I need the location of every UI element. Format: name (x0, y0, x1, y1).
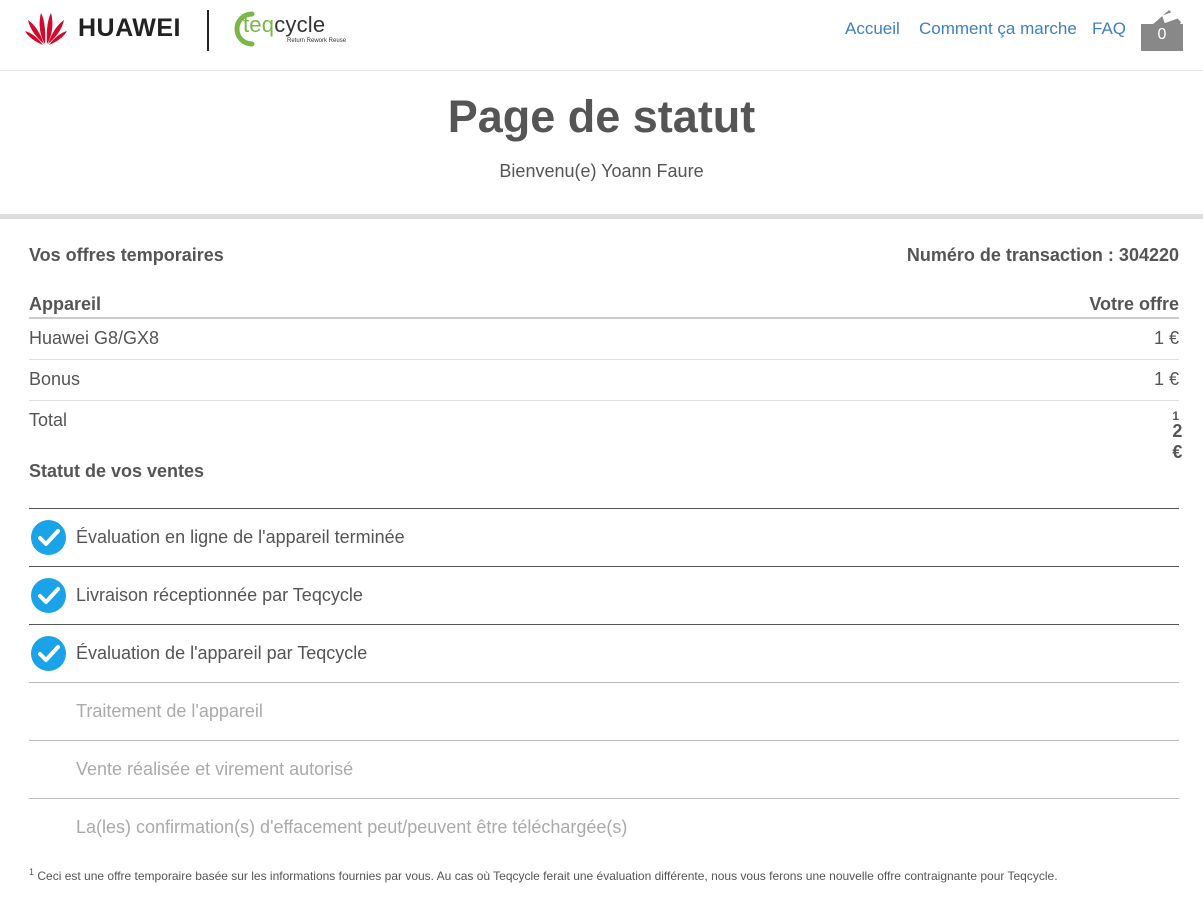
page-title: Page de statut (447, 91, 756, 142)
status-step-label: Livraison réceptionnée par Teqcycle (76, 585, 363, 605)
teqcycle-brand-suffix: cycle (274, 12, 326, 37)
status-step-device-processing: Traitement de l'appareil (29, 683, 1179, 741)
huawei-brand-text[interactable]: HUAWEI (78, 14, 181, 43)
status-step-erasure-confirmation: La(les) confirmation(s) d'effacement peu… (29, 799, 1179, 857)
huawei-flower-logo-icon[interactable] (24, 10, 68, 46)
footnote: 1 Ceci est une offre temporaire basée su… (29, 867, 1058, 883)
table-row: Huawei G8/GX8 1 € (29, 319, 1179, 360)
site-header: HUAWEI teqcycle Return Rework Reuse Accu… (0, 0, 1203, 71)
table-row: Bonus 1 € (29, 360, 1179, 401)
total-label: Total (29, 410, 68, 430)
offer-table-header: Appareil Votre offre (29, 288, 1179, 319)
status-step-delivery-received: Livraison réceptionnée par Teqcycle (29, 567, 1179, 625)
status-step-online-evaluation: Évaluation en ligne de l'appareil termin… (29, 509, 1179, 567)
check-circle-icon (31, 578, 66, 613)
status-step-label: La(les) confirmation(s) d'effacement peu… (76, 817, 628, 837)
total-value: 2 €1 (1172, 409, 1182, 462)
cart-count: 0 (1157, 26, 1167, 43)
row-value: 1 € (1153, 328, 1179, 348)
cart-button[interactable]: 0 (1141, 8, 1184, 51)
status-step-label: Vente réalisée et virement autorisé (76, 759, 354, 779)
transaction-number: Numéro de transaction : 304220 (906, 245, 1179, 265)
nav-link-accueil[interactable]: Accueil (845, 19, 900, 39)
status-step-device-evaluation: Évaluation de l'appareil par Teqcycle (29, 625, 1179, 683)
nav-link-faq[interactable]: FAQ (1092, 19, 1126, 39)
row-label: Huawei G8/GX8 (29, 328, 160, 348)
title-band: Page de statut Bienvenu(e) Yoann Faure (0, 71, 1203, 219)
status-steps-list: Évaluation en ligne de l'appareil termin… (29, 508, 1179, 857)
nav-link-comment-ca-marche[interactable]: Comment ça marche (919, 19, 1077, 39)
row-value: 1 € (1153, 369, 1179, 389)
status-step-label: Traitement de l'appareil (76, 701, 263, 721)
offers-heading: Vos offres temporaires (29, 245, 224, 265)
teqcycle-tagline: Return Rework Reuse (287, 38, 347, 44)
status-heading: Statut de vos ventes (29, 461, 205, 481)
check-circle-icon (31, 520, 66, 555)
check-circle-icon (31, 636, 66, 671)
status-step-label: Évaluation en ligne de l'appareil termin… (76, 527, 405, 547)
status-step-sale-completed: Vente réalisée et virement autorisé (29, 741, 1179, 799)
total-footnote-mark: 1 (1172, 409, 1179, 423)
total-row: Total 2 €1 (29, 401, 1182, 462)
teqcycle-brand-prefix: teq (243, 12, 275, 37)
offer-table: Appareil Votre offre Huawei G8/GX8 1 € B… (29, 288, 1182, 462)
footnote-text: Ceci est une offre temporaire basée sur … (37, 869, 1058, 883)
column-header-offer: Votre offre (1089, 294, 1179, 314)
column-header-device: Appareil (29, 294, 102, 314)
welcome-message: Bienvenu(e) Yoann Faure (499, 161, 704, 181)
status-step-label: Évaluation de l'appareil par Teqcycle (76, 643, 368, 663)
logo-divider (207, 10, 209, 51)
total-amount: 2 € (1172, 421, 1183, 462)
row-label: Bonus (29, 369, 81, 389)
footnote-mark: 1 (29, 867, 35, 877)
teqcycle-brand-text[interactable]: teqcycle (243, 12, 325, 38)
